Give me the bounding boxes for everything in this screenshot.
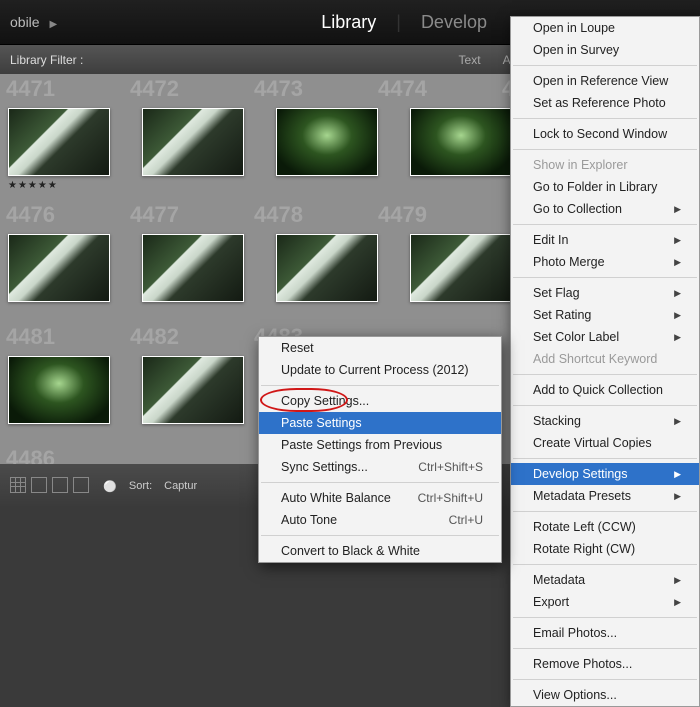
menu-email-photos[interactable]: Email Photos...	[511, 622, 699, 644]
submenu-arrow-icon: ▶	[674, 491, 681, 502]
thumbnail[interactable]	[142, 234, 244, 302]
view-mode-icons[interactable]	[10, 477, 91, 496]
menu-go-to-folder-in-library[interactable]: Go to Folder in Library	[511, 176, 699, 198]
cell-index: 4486	[0, 446, 124, 464]
menu-paste-settings-from-previous[interactable]: Paste Settings from Previous	[259, 434, 501, 456]
cell-index: 4481	[0, 324, 124, 348]
menu-open-in-survey[interactable]: Open in Survey	[511, 39, 699, 61]
thumbnail[interactable]	[8, 356, 110, 424]
menu-develop-settings[interactable]: Develop Settings▶	[511, 463, 699, 485]
menu-go-to-collection[interactable]: Go to Collection▶	[511, 198, 699, 220]
thumbnail[interactable]	[276, 108, 378, 176]
sort-label: Sort:	[129, 480, 152, 492]
menu-add-to-quick-collection[interactable]: Add to Quick Collection	[511, 379, 699, 401]
cell-index: 4475	[496, 76, 510, 100]
menu-set-rating[interactable]: Set Rating▶	[511, 304, 699, 326]
filter-text[interactable]: Text	[449, 50, 491, 70]
menu-view-options[interactable]: View Options...	[511, 684, 699, 706]
filter-label: Library Filter :	[10, 53, 449, 67]
thumb-cell[interactable]	[268, 228, 402, 332]
submenu-arrow-icon: ▶	[674, 597, 681, 608]
thumbnail[interactable]	[8, 108, 110, 176]
thumb-cell[interactable]	[402, 102, 510, 206]
thumbnail[interactable]	[142, 108, 244, 176]
submenu-arrow-icon: ▶	[674, 416, 681, 427]
submenu-arrow-icon: ▶	[674, 204, 681, 215]
submenu-arrow-icon: ▶	[674, 257, 681, 268]
rating-stars[interactable]: ★★★★★	[8, 180, 126, 191]
menu-auto-white-balance[interactable]: Auto White BalanceCtrl+Shift+U	[259, 487, 501, 509]
thumb-cell[interactable]	[402, 228, 510, 332]
module-library[interactable]: Library	[321, 12, 376, 33]
menu-set-flag[interactable]: Set Flag▶	[511, 282, 699, 304]
thumb-cell[interactable]	[268, 102, 402, 206]
identity-text: obile	[10, 14, 40, 30]
submenu-arrow-icon: ▶	[674, 288, 681, 299]
menu-set-as-reference-photo[interactable]: Set as Reference Photo	[511, 92, 699, 114]
sort-value[interactable]: Captur	[164, 480, 197, 492]
submenu-arrow-icon: ▶	[674, 469, 681, 480]
menu-convert-to-black-white[interactable]: Convert to Black & White	[259, 540, 501, 562]
menu-reset[interactable]: Reset	[259, 337, 501, 359]
thumb-cell[interactable]	[0, 350, 134, 454]
menu-export[interactable]: Export▶	[511, 591, 699, 613]
cell-index: 4476	[0, 202, 124, 226]
thumbnail[interactable]	[410, 108, 510, 176]
menu-sync-settings[interactable]: Sync Settings...Ctrl+Shift+S	[259, 456, 501, 478]
thumb-cell[interactable]	[134, 228, 268, 332]
submenu-arrow-icon: ▶	[674, 235, 681, 246]
menu-set-color-label[interactable]: Set Color Label▶	[511, 326, 699, 348]
thumbnail[interactable]	[142, 356, 244, 424]
cell-index: 4477	[124, 202, 248, 226]
thumb-cell[interactable]: ★★★★★	[0, 102, 134, 206]
thumbnail[interactable]	[410, 234, 510, 302]
cell-index: 4482	[124, 324, 248, 348]
menu-paste-settings[interactable]: Paste Settings	[259, 412, 501, 434]
survey-view-icon[interactable]	[73, 477, 89, 493]
cell-index: 4471	[0, 76, 124, 100]
menu-show-in-explorer: Show in Explorer	[511, 154, 699, 176]
submenu-arrow-icon: ▶	[674, 575, 681, 586]
submenu-arrow-icon: ▶	[674, 310, 681, 321]
menu-photo-merge[interactable]: Photo Merge▶	[511, 251, 699, 273]
menu-metadata[interactable]: Metadata▶	[511, 569, 699, 591]
develop-settings-submenu[interactable]: ResetUpdate to Current Process (2012) Cop…	[258, 336, 502, 563]
context-menu[interactable]: Open in LoupeOpen in Survey Open in Refer…	[510, 16, 700, 707]
menu-edit-in[interactable]: Edit In▶	[511, 229, 699, 251]
menu-open-in-loupe[interactable]: Open in Loupe	[511, 17, 699, 39]
thumb-cell[interactable]	[134, 102, 268, 206]
menu-metadata-presets[interactable]: Metadata Presets▶	[511, 485, 699, 507]
menu-lock-to-second-window[interactable]: Lock to Second Window	[511, 123, 699, 145]
menu-create-virtual-copies[interactable]: Create Virtual Copies	[511, 432, 699, 454]
menu-update-to-current-process-2012[interactable]: Update to Current Process (2012)	[259, 359, 501, 381]
menu-auto-tone[interactable]: Auto ToneCtrl+U	[259, 509, 501, 531]
menu-stacking[interactable]: Stacking▶	[511, 410, 699, 432]
compare-view-icon[interactable]	[52, 477, 68, 493]
triangle-icon: ▶	[49, 19, 57, 30]
thumbnail[interactable]	[8, 234, 110, 302]
menu-rotate-right-cw[interactable]: Rotate Right (CW)	[511, 538, 699, 560]
grid-view-icon[interactable]	[10, 477, 26, 493]
submenu-arrow-icon: ▶	[674, 332, 681, 343]
cell-index: 4472	[124, 76, 248, 100]
cell-index: 4473	[248, 76, 372, 100]
cell-index: 4479	[372, 202, 496, 226]
menu-rotate-left-ccw[interactable]: Rotate Left (CCW)	[511, 516, 699, 538]
cell-index: 4474	[372, 76, 496, 100]
painter-icon[interactable]: ⚪	[103, 480, 117, 493]
cell-index: 4478	[248, 202, 372, 226]
thumb-cell[interactable]	[134, 350, 268, 454]
loupe-view-icon[interactable]	[31, 477, 47, 493]
menu-remove-photos[interactable]: Remove Photos...	[511, 653, 699, 675]
menu-open-in-reference-view[interactable]: Open in Reference View	[511, 70, 699, 92]
thumb-cell[interactable]	[0, 228, 134, 332]
menu-add-shortcut-keyword: Add Shortcut Keyword	[511, 348, 699, 370]
module-develop[interactable]: Develop	[421, 12, 487, 33]
identity-plate[interactable]: obile ▶	[10, 14, 57, 30]
thumbnail[interactable]	[276, 234, 378, 302]
menu-copy-settings[interactable]: Copy Settings...	[259, 390, 501, 412]
